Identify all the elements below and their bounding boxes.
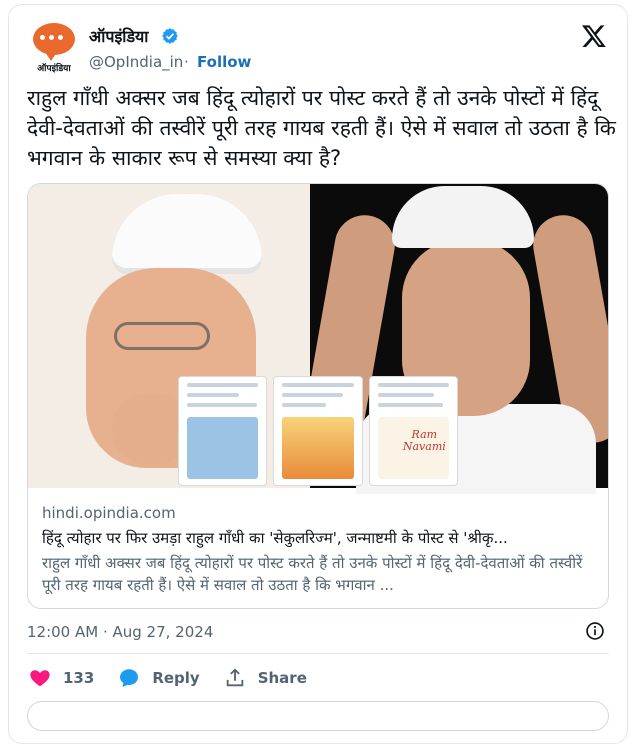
screenshot-ram-navami: Ram Navami bbox=[368, 376, 458, 486]
link-preview-card[interactable]: Ram Navami hindi.opindia.com हिंदू त्योह… bbox=[27, 183, 609, 609]
tweet-actions: 133 Reply Share bbox=[29, 665, 331, 691]
verified-badge-icon bbox=[162, 28, 178, 44]
separator-dot: · bbox=[184, 53, 189, 71]
skull-cap bbox=[392, 186, 534, 248]
logo-dots bbox=[40, 35, 63, 40]
share-icon bbox=[226, 668, 243, 687]
link-domain: hindi.opindia.com bbox=[42, 504, 176, 522]
embedded-tweet-screenshots: Ram Navami bbox=[178, 376, 458, 486]
logo-wordmark: ऑपइंडिया bbox=[37, 64, 71, 74]
tweet-text: राहुल गाँधी अक्सर जब हिंदू त्योहारों पर … bbox=[27, 86, 616, 170]
like-count: 133 bbox=[63, 669, 95, 687]
tweet-card: ऑपइंडिया ऑपइंडिया @OpIndia_in · Follow र… bbox=[8, 4, 628, 744]
account-name[interactable]: ऑपइंडिया bbox=[89, 25, 148, 47]
skull-cap bbox=[112, 194, 262, 274]
screenshot-janmashtami bbox=[178, 376, 268, 486]
like-button[interactable]: 133 bbox=[29, 667, 94, 689]
link-description: राहुल गाँधी अक्सर जब हिंदू त्योहारों पर … bbox=[42, 554, 583, 594]
share-button[interactable]: Share bbox=[224, 667, 307, 689]
divider bbox=[27, 653, 609, 654]
link-title: हिंदू त्योहार पर फिर उमड़ा राहुल गाँधी क… bbox=[42, 529, 508, 547]
read-more-button[interactable] bbox=[27, 701, 609, 731]
share-label: Share bbox=[257, 669, 307, 687]
heart-icon bbox=[30, 670, 50, 687]
x-logo-icon[interactable] bbox=[581, 23, 607, 49]
account-handle[interactable]: @OpIndia_in bbox=[89, 53, 183, 71]
reply-button[interactable]: Reply bbox=[118, 667, 200, 689]
info-icon[interactable] bbox=[585, 621, 605, 641]
screenshot-festival bbox=[273, 376, 363, 486]
follow-button[interactable]: Follow bbox=[197, 53, 251, 71]
ram-navami-text: Ram Navami bbox=[402, 428, 446, 453]
reply-bubble-icon bbox=[120, 669, 139, 687]
reply-label: Reply bbox=[152, 669, 200, 687]
opindia-avatar[interactable]: ऑपइंडिया bbox=[27, 23, 79, 75]
glasses bbox=[114, 322, 210, 350]
tweet-timestamp[interactable]: 12:00 AM · Aug 27, 2024 bbox=[27, 623, 213, 641]
